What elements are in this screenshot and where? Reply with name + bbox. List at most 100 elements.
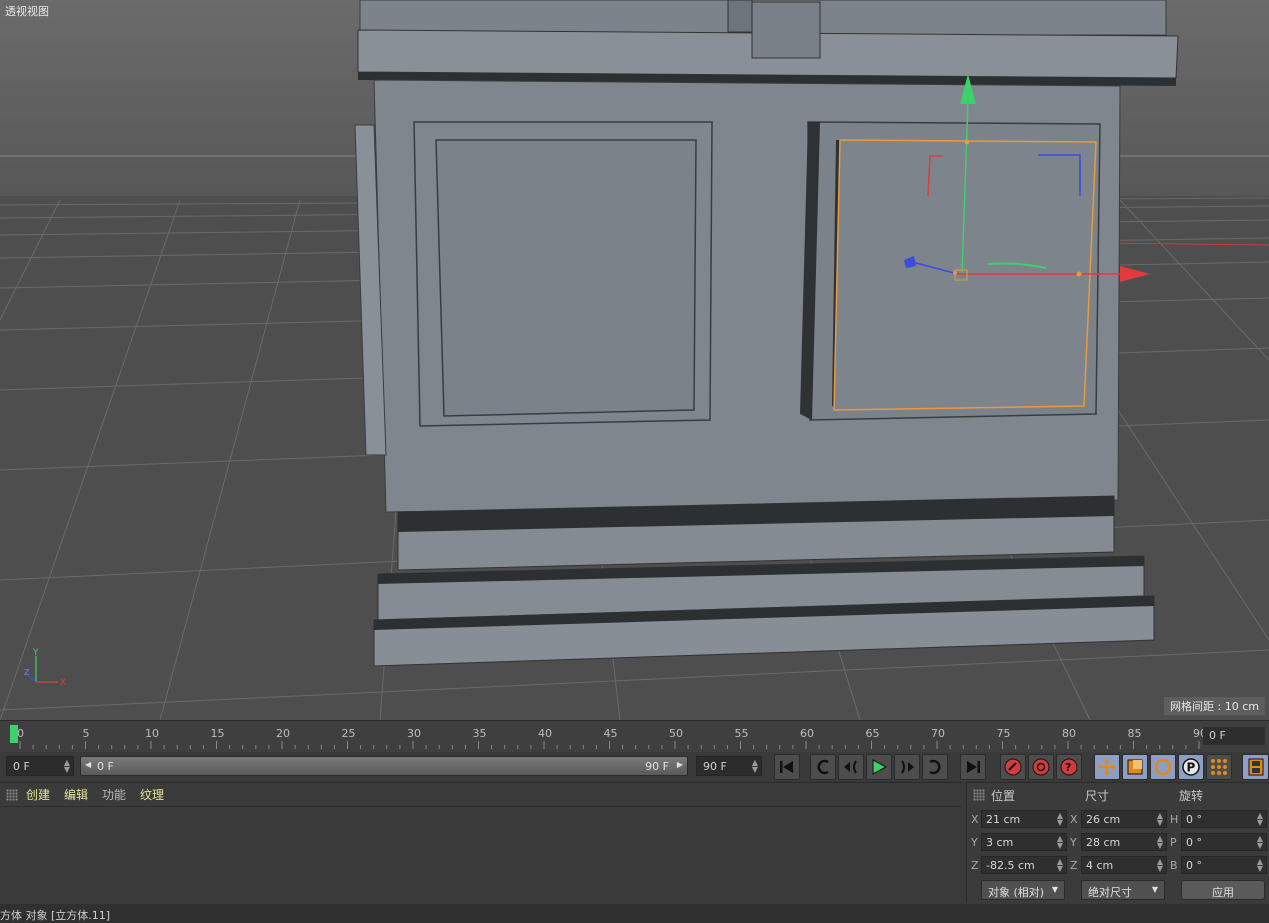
apply-button[interactable]: 应用 [1181, 880, 1265, 900]
material-manager[interactable]: 创建 编辑 功能 纹理 [0, 782, 962, 902]
position-x-field[interactable]: 21 cm ▲ ▼ [981, 810, 1067, 828]
go-start-button[interactable] [774, 754, 800, 780]
menu-function[interactable]: 功能 [102, 786, 126, 803]
panel-grip-icon[interactable] [973, 789, 985, 801]
size-x-field[interactable]: 26 cm ▲ ▼ [1081, 810, 1167, 828]
viewport-label[interactable]: 透视视图 [2, 2, 52, 20]
prev-key-button[interactable] [810, 754, 836, 780]
menu-edit[interactable]: 编辑 [64, 786, 88, 803]
frame-tick-label: 20 [276, 727, 290, 740]
start-frame-field[interactable]: 0 F ▲ ▼ [6, 756, 74, 776]
play-forward-icon [901, 760, 914, 774]
spinner-icon[interactable]: ▲ ▼ [1157, 835, 1163, 850]
size-x-value: 26 cm [1086, 813, 1121, 826]
size-y-field[interactable]: 28 cm ▲ ▼ [1081, 833, 1167, 851]
spinner-icon[interactable]: ▲ ▼ [752, 759, 758, 774]
timeline-ruler[interactable]: 0 5 10 15 20 25 30 35 40 45 50 55 60 65 70 75 80 85 90 0 F [0, 720, 1269, 752]
spinner-icon[interactable]: ▲ ▼ [1257, 858, 1263, 873]
prev-frame-button[interactable] [838, 754, 864, 780]
rotation-header: 旋转 [1179, 789, 1204, 803]
menu-create[interactable]: 创建 [26, 786, 50, 803]
coordinate-mode-dropdown[interactable]: 对象 (相对) ▼ [981, 880, 1065, 900]
coordinates-manager: 位置 尺寸 旋转 X 21 cm ▲ ▼ X 26 cm ▲ ▼ H 0 ° ▲ ▼ Y 3… [966, 782, 1269, 902]
range-left-arrow-icon[interactable]: ◀ [85, 760, 91, 769]
svg-text:?: ? [1065, 761, 1071, 774]
rotation-b-value: 0 ° [1186, 859, 1202, 872]
preview-range-slider[interactable]: ◀ 0 F 90 F ▶ [80, 756, 688, 776]
play-button[interactable] [866, 754, 892, 780]
rot-p-label: P [1170, 836, 1177, 849]
go-end-button[interactable] [960, 754, 986, 780]
size-z-label: Z [1070, 859, 1078, 872]
play-icon [872, 759, 888, 775]
viewport-scene [0, 0, 1269, 720]
frame-tick-label: 85 [1127, 727, 1142, 740]
rot-b-label: B [1170, 859, 1178, 872]
position-z-field[interactable]: -82.5 cm ▲ ▼ [981, 856, 1067, 874]
frame-tick-label: 70 [931, 727, 945, 740]
position-y-field[interactable]: 3 cm ▲ ▼ [981, 833, 1067, 851]
frame-ruler[interactable]: 0 5 10 15 20 25 30 35 40 45 50 55 60 65 70 75 80 85 90 [8, 721, 1207, 753]
frame-tick-label: 50 [669, 727, 683, 740]
spinner-icon[interactable]: ▲ ▼ [1257, 812, 1263, 827]
frame-tick-label: 60 [800, 727, 814, 740]
spinner-icon[interactable]: ▲ ▼ [64, 759, 70, 774]
rotation-h-field[interactable]: 0 ° ▲ ▼ [1181, 810, 1267, 828]
transport-bar: 0 F ▲ ▼ ◀ 0 F 90 F ▶ 90 F ▲ ▼ ? P [0, 752, 1269, 782]
frame-tick-label: 0 [17, 727, 24, 740]
param-track-icon: P [1182, 758, 1200, 776]
record-icon [1004, 758, 1022, 776]
size-z-field[interactable]: 4 cm ▲ ▼ [1081, 856, 1167, 874]
size-y-label: Y [1070, 836, 1077, 849]
cinema4d-window: 透视视图 网格间距 : 10 cm Y X Z 0 5 10 15 20 25 30 35 40… [0, 0, 1269, 923]
rotation-p-field[interactable]: 0 ° ▲ ▼ [1181, 833, 1267, 851]
next-frame-button[interactable] [894, 754, 920, 780]
menu-texture[interactable]: 纹理 [140, 786, 164, 803]
size-mode-dropdown[interactable]: 绝对尺寸 ▼ [1081, 880, 1165, 900]
spinner-icon[interactable]: ▲ ▼ [1157, 812, 1163, 827]
spinner-icon[interactable]: ▲ ▼ [1057, 835, 1063, 850]
start-frame-value: 0 F [13, 760, 30, 773]
cabinet-model[interactable] [354, 0, 1179, 667]
size-mode-value: 绝对尺寸 [1088, 886, 1132, 899]
go-start-icon [780, 761, 793, 773]
frame-tick-label: 75 [996, 727, 1011, 740]
rot-h-label: H [1170, 813, 1179, 826]
timeline-button[interactable] [1242, 754, 1269, 780]
keyframe-help-button[interactable]: ? [1056, 754, 1082, 780]
perspective-viewport[interactable]: 透视视图 网格间距 : 10 cm Y X Z [0, 0, 1269, 720]
rotation-h-value: 0 ° [1186, 813, 1202, 826]
scale-track-icon [1127, 759, 1143, 775]
scale-track-button[interactable] [1122, 754, 1148, 780]
record-button[interactable] [1000, 754, 1026, 780]
spinner-icon[interactable]: ▲ ▼ [1157, 858, 1163, 873]
world-axis-indicator: Y X Z [24, 648, 66, 688]
rotation-b-field[interactable]: 0 ° ▲ ▼ [1181, 856, 1267, 874]
prev-key-icon [817, 759, 829, 775]
position-z-value: -82.5 cm [986, 859, 1035, 872]
material-menu-bar: 创建 编辑 功能 纹理 [0, 783, 962, 807]
frame-tick-label: 30 [407, 727, 421, 740]
spinner-icon[interactable]: ▲ ▼ [1257, 835, 1263, 850]
frame-tick-label: 40 [538, 727, 552, 740]
frame-tick-label: 45 [603, 727, 618, 740]
pos-y-label: Y [971, 836, 978, 849]
position-x-value: 21 cm [986, 813, 1021, 826]
film-icon [1248, 758, 1263, 776]
range-right-arrow-icon[interactable]: ▶ [677, 760, 683, 769]
panel-grip-icon[interactable] [6, 788, 18, 801]
axis-y-label: Y [32, 648, 39, 658]
svg-text:P: P [1187, 761, 1196, 775]
rotation-p-value: 0 ° [1186, 836, 1202, 849]
param-track-button[interactable]: P [1178, 754, 1204, 780]
move-track-button[interactable] [1094, 754, 1120, 780]
spinner-icon[interactable]: ▲ ▼ [1057, 812, 1063, 827]
current-frame-field[interactable]: 0 F [1203, 727, 1265, 745]
next-key-icon [929, 759, 941, 775]
end-frame-field[interactable]: 90 F ▲ ▼ [696, 756, 762, 776]
point-track-button[interactable] [1206, 754, 1232, 780]
next-key-button[interactable] [922, 754, 948, 780]
autokey-button[interactable] [1028, 754, 1054, 780]
rotate-track-button[interactable] [1150, 754, 1176, 780]
spinner-icon[interactable]: ▲ ▼ [1057, 858, 1063, 873]
